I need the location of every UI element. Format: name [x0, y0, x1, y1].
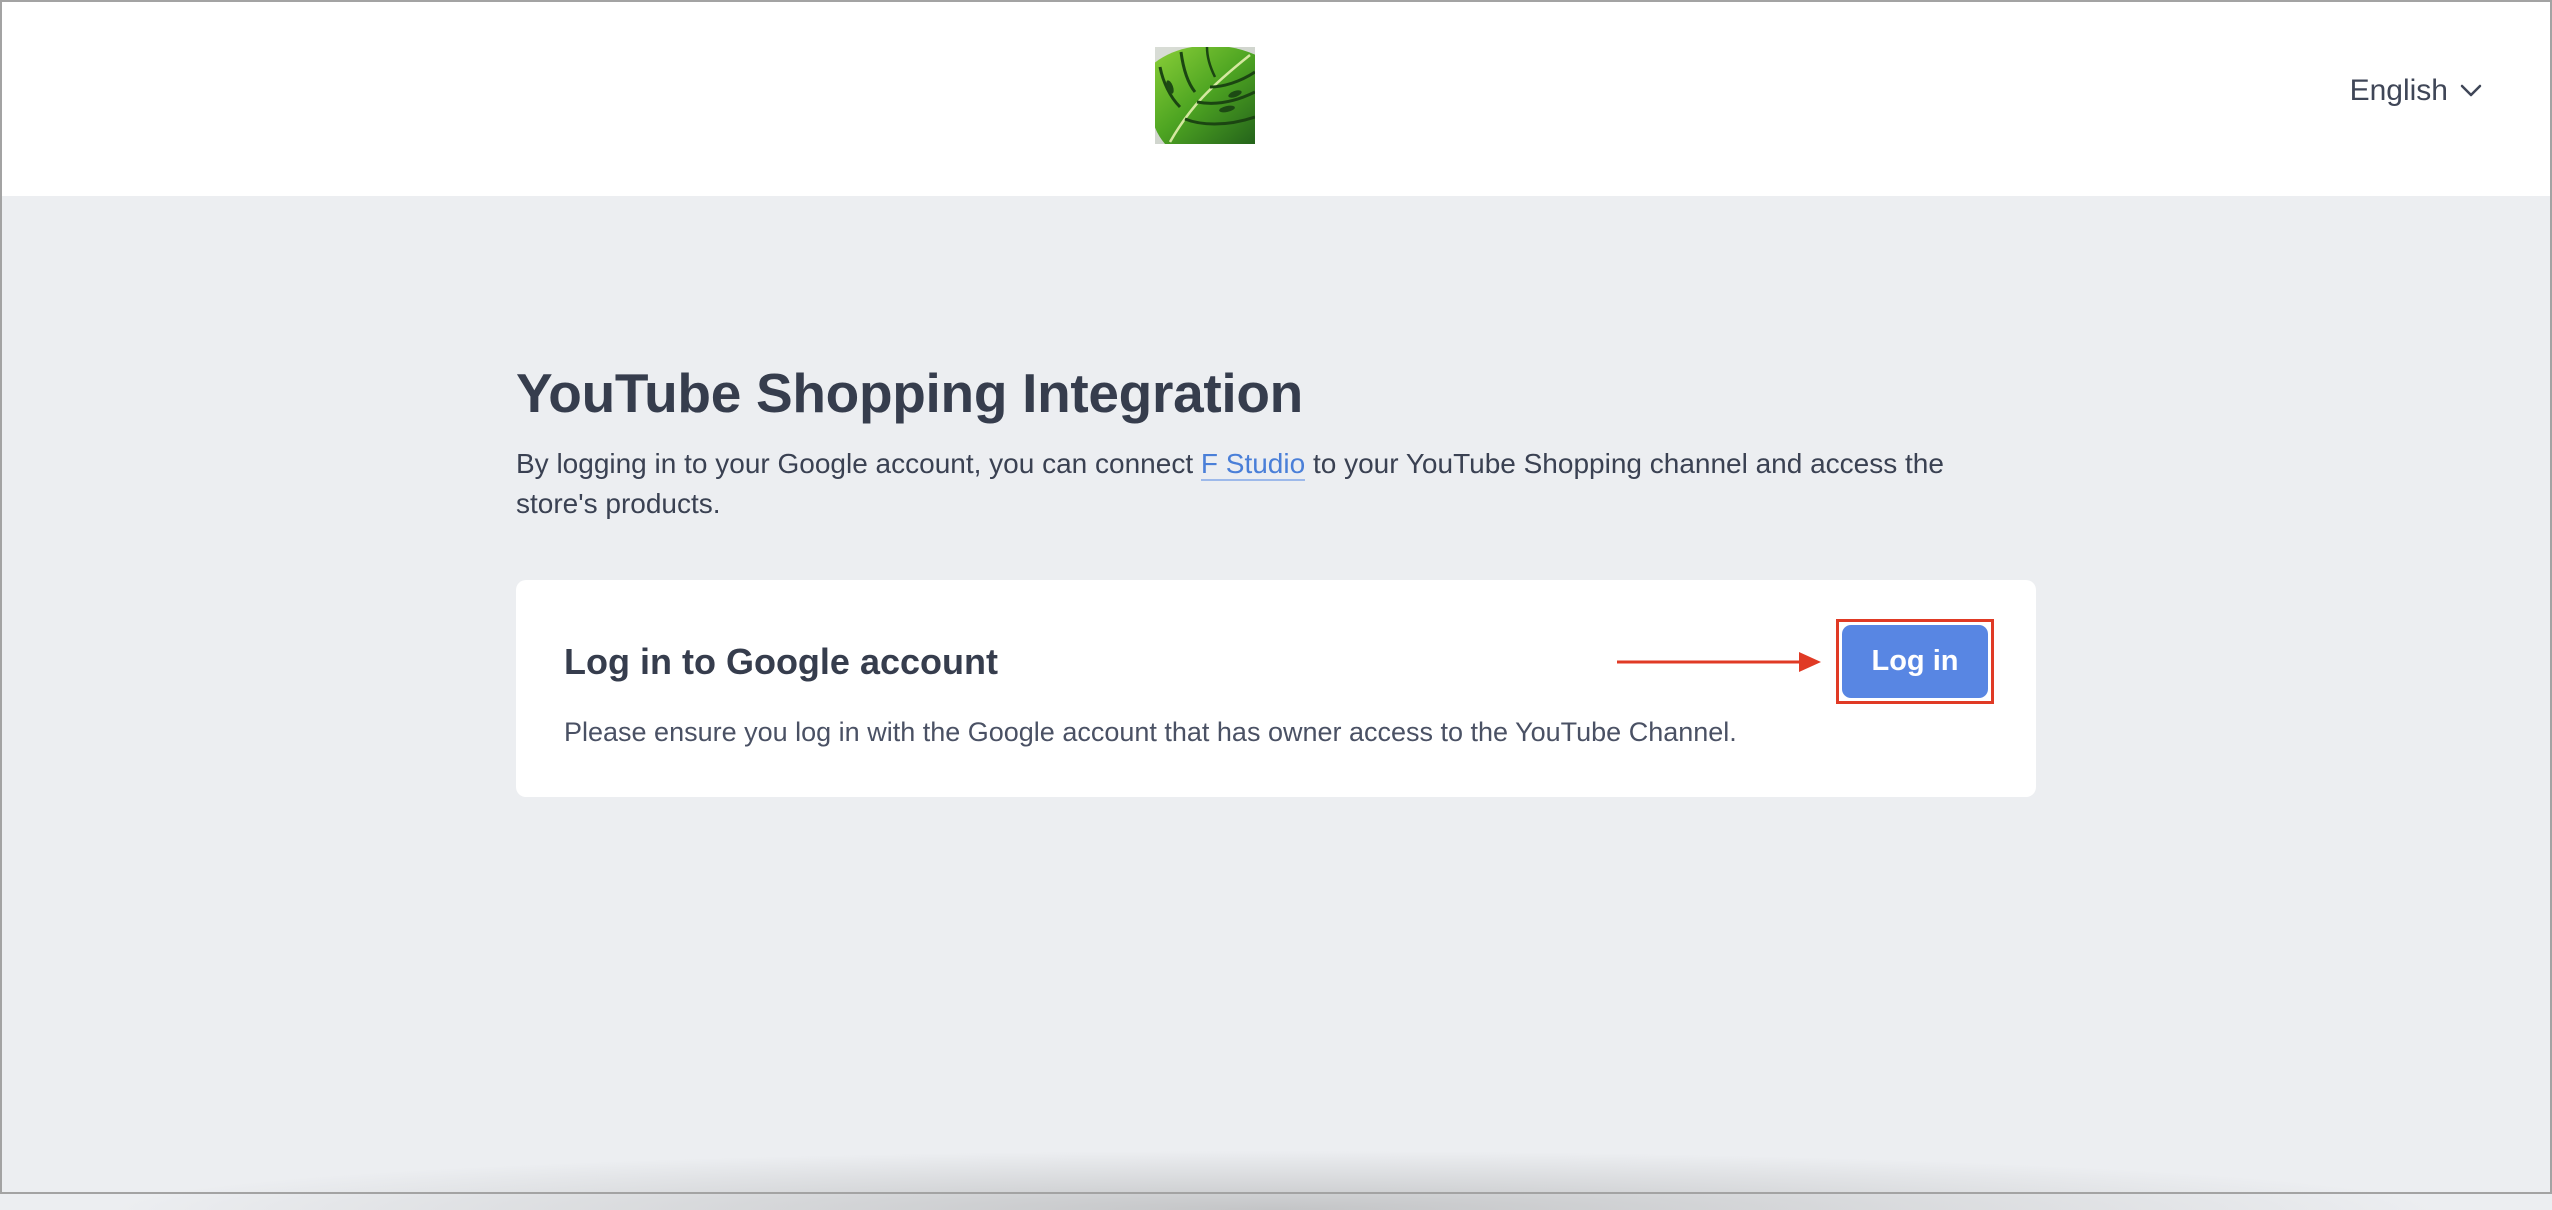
- annotation-arrow-icon: [1617, 652, 1821, 672]
- page-title: YouTube Shopping Integration: [516, 362, 1303, 424]
- store-logo: [1155, 47, 1255, 144]
- language-selector[interactable]: English: [2350, 74, 2482, 108]
- page-header: English: [0, 0, 2552, 196]
- main-content: YouTube Shopping Integration By logging …: [516, 360, 2036, 524]
- login-card: Log in to Google account Please ensure y…: [516, 580, 2036, 797]
- monstera-leaf-logo-icon: [1155, 47, 1255, 144]
- card-title: Log in to Google account: [564, 641, 998, 682]
- chevron-down-icon: [2460, 84, 2482, 97]
- store-link[interactable]: F Studio: [1200, 448, 1306, 481]
- page-description: By logging in to your Google account, yo…: [516, 444, 2016, 524]
- bottom-shadow: [100, 1150, 2450, 1210]
- language-label: English: [2349, 74, 2448, 107]
- login-button[interactable]: Log in: [1842, 625, 1988, 698]
- card-note: Please ensure you log in with the Google…: [564, 717, 1737, 747]
- description-text-before: By logging in to your Google account, yo…: [516, 448, 1201, 479]
